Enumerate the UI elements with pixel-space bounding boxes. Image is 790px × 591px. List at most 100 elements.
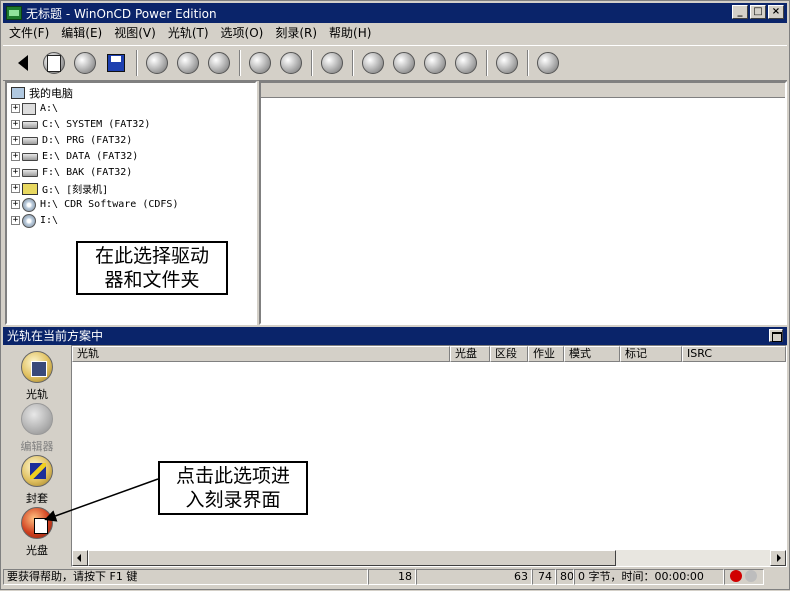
toolbar-separator	[527, 50, 529, 76]
horizontal-scrollbar[interactable]	[72, 550, 786, 566]
column-mode[interactable]: 模式	[564, 346, 620, 362]
menu-help[interactable]: 帮助(H)	[323, 24, 377, 42]
burner-icon	[22, 182, 38, 195]
disc-icon	[21, 507, 53, 539]
tree-item-f[interactable]: + F:\ BAK (FAT32)	[11, 165, 132, 180]
drive-icon	[22, 168, 38, 177]
editor-icon	[21, 403, 53, 435]
scroll-right-button[interactable]	[770, 550, 786, 566]
status-help-text: 要获得帮助，请按下 F1 键	[3, 569, 368, 585]
new-document-icon	[43, 52, 65, 74]
track-list[interactable]: 光轨 光盘 区段 作业 模式 标记 ISRC	[71, 345, 787, 567]
add-track-icon	[249, 52, 271, 74]
column-session[interactable]: 区段	[490, 346, 528, 362]
window-title: 无标题 - WinOnCD Power Edition	[26, 6, 217, 21]
remove-track-button[interactable]	[277, 49, 305, 77]
column-disc[interactable]: 光盘	[450, 346, 490, 362]
column-track[interactable]: 光轨	[72, 346, 450, 362]
app-icon[interactable]	[6, 6, 22, 20]
erase-button[interactable]	[452, 49, 480, 77]
menu-file[interactable]: 文件(F)	[3, 24, 55, 42]
new-button[interactable]	[40, 49, 68, 77]
track-list-header: 光轨 光盘 区段 作业 模式 标记 ISRC	[72, 346, 786, 362]
tree-item-i[interactable]: + I:\	[11, 213, 58, 228]
view-sidebar: 光轨 编辑器 封套 光盘	[5, 345, 69, 567]
menu-view[interactable]: 视图(V)	[108, 24, 162, 42]
menu-burn[interactable]: 刻录(R)	[269, 24, 323, 42]
tree-root-label: 我的电脑	[29, 87, 73, 100]
tool-button[interactable]	[493, 49, 521, 77]
expand-icon[interactable]: +	[11, 184, 20, 193]
cut-button[interactable]	[143, 49, 171, 77]
toolbar-separator	[239, 50, 241, 76]
tree-item-h[interactable]: + H:\ CDR Software (CDFS)	[11, 197, 178, 212]
expand-icon[interactable]: +	[11, 168, 20, 177]
menu-options[interactable]: 选项(O)	[215, 24, 270, 42]
sidebar-item-editor: 编辑器	[5, 403, 69, 454]
status-indicators	[724, 569, 764, 585]
status-value4: 80	[556, 569, 574, 585]
sidebar-item-disc[interactable]: 光盘	[5, 507, 69, 558]
tree-item-g[interactable]: + G:\ [刻录机]	[11, 181, 108, 196]
printer-icon	[537, 52, 559, 74]
tree-item-c[interactable]: + C:\ SYSTEM (FAT32)	[11, 117, 150, 132]
scroll-left-button[interactable]	[72, 550, 88, 566]
record-icon	[362, 52, 384, 74]
panel-maximize-button[interactable]	[769, 329, 783, 342]
scissors-icon	[146, 52, 168, 74]
pen-icon	[496, 52, 518, 74]
column-job[interactable]: 作业	[528, 346, 564, 362]
expand-icon[interactable]: +	[11, 200, 20, 209]
menu-track[interactable]: 光轨(T)	[162, 24, 215, 42]
disc-info-icon	[424, 52, 446, 74]
cdrom-icon	[22, 197, 36, 212]
drive-icon	[22, 136, 38, 145]
scroll-thumb[interactable]	[88, 550, 616, 566]
expand-icon[interactable]: +	[11, 136, 20, 145]
copy-button[interactable]	[174, 49, 202, 77]
toolbar-separator	[311, 50, 313, 76]
file-list-header	[261, 83, 785, 98]
maximize-button[interactable]: □	[750, 5, 766, 19]
drive-icon	[22, 152, 38, 161]
copy-disc-button[interactable]	[390, 49, 418, 77]
expand-icon[interactable]: +	[11, 216, 20, 225]
properties-button[interactable]	[318, 49, 346, 77]
open-button[interactable]	[71, 49, 99, 77]
back-button[interactable]	[9, 49, 37, 77]
tracks-panel-title: 光轨在当前方案中	[3, 327, 787, 345]
minimize-button[interactable]: _	[732, 5, 748, 19]
toolbar-separator	[486, 50, 488, 76]
tree-item-a[interactable]: + A:\	[11, 101, 58, 116]
properties-icon	[321, 52, 343, 74]
save-button[interactable]	[102, 49, 130, 77]
file-list-pane[interactable]	[259, 81, 787, 325]
tree-item-d[interactable]: + D:\ PRG (FAT32)	[11, 133, 132, 148]
add-track-button[interactable]	[246, 49, 274, 77]
sidebar-item-tracks[interactable]: 光轨	[5, 351, 69, 402]
menu-bar: 文件(F) 编辑(E) 视图(V) 光轨(T) 选项(O) 刻录(R) 帮助(H…	[3, 24, 377, 42]
disc-info-button[interactable]	[421, 49, 449, 77]
status-value2: 63	[416, 569, 532, 585]
close-button[interactable]: ×	[768, 5, 784, 19]
remove-track-icon	[280, 52, 302, 74]
copy-disc-icon	[393, 52, 415, 74]
cover-icon	[21, 455, 53, 487]
back-arrow-icon	[18, 55, 28, 71]
tree-root[interactable]: 我的电脑	[11, 85, 73, 101]
sidebar-item-cover[interactable]: 封套	[5, 455, 69, 506]
expand-icon[interactable]: +	[11, 152, 20, 161]
paste-button[interactable]	[205, 49, 233, 77]
menu-edit[interactable]: 编辑(E)	[55, 24, 108, 42]
expand-icon[interactable]: +	[11, 104, 20, 113]
column-isrc[interactable]: ISRC	[682, 346, 786, 362]
open-folder-icon	[74, 52, 96, 74]
column-mark[interactable]: 标记	[620, 346, 682, 362]
expand-icon[interactable]: +	[11, 120, 20, 129]
save-disk-icon	[107, 54, 125, 72]
record-button[interactable]	[359, 49, 387, 77]
print-button[interactable]	[534, 49, 562, 77]
status-value3: 74	[532, 569, 556, 585]
tree-item-e[interactable]: + E:\ DATA (FAT32)	[11, 149, 138, 164]
toolbar-separator	[136, 50, 138, 76]
